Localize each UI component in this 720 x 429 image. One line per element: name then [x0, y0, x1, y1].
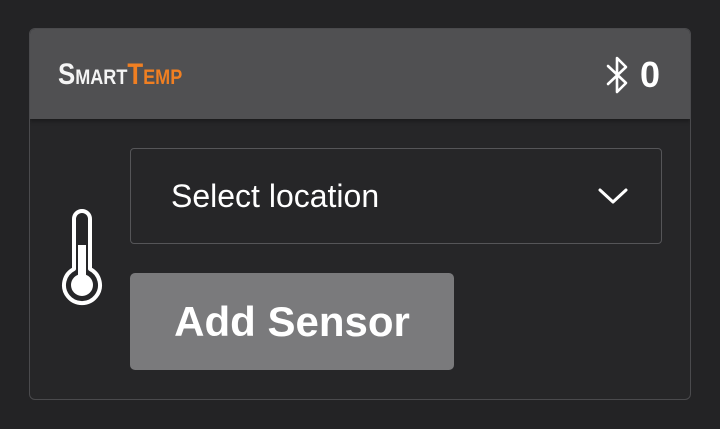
location-select-value: Select location: [171, 177, 380, 214]
brand-name-part1: Smart: [58, 58, 128, 91]
chevron-down-icon: [597, 185, 629, 207]
brand-logo: SmartTemp: [58, 60, 182, 90]
thermometer-icon: [58, 207, 106, 311]
bluetooth-icon: [606, 56, 630, 94]
sensor-card: SmartTemp 0 Select location Add Sensor: [29, 28, 691, 400]
card-header: SmartTemp 0: [30, 29, 690, 119]
add-sensor-button[interactable]: Add Sensor: [130, 273, 454, 370]
brand-name-part2: Temp: [127, 58, 183, 91]
bluetooth-status[interactable]: 0: [606, 56, 660, 94]
device-count: 0: [639, 54, 660, 95]
location-select[interactable]: Select location: [130, 148, 662, 244]
